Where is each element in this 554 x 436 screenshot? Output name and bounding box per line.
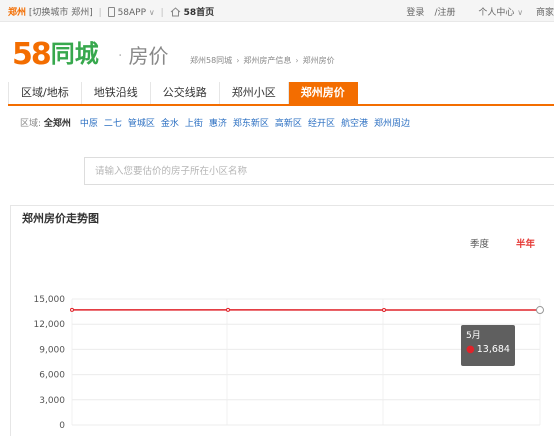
series-bullet: ● — [466, 344, 475, 355]
chevron-right-icon: › — [295, 56, 299, 65]
app-link[interactable]: 58APP — [118, 8, 146, 18]
header: 58同城 · 房价 郑州58同城 › 郑州房产信息 › 郑州房价 — [0, 22, 554, 80]
switch-city-link[interactable]: [切换城市 郑州] — [29, 8, 93, 18]
y-tick-label: 12,000 — [34, 320, 66, 330]
phone-icon — [107, 7, 115, 17]
main-nav: 区域/地标 地铁沿线 公交线路 郑州小区 郑州房价 — [8, 82, 554, 106]
district-filter: 区域: 全郑州 中原 二七 管城区 金水 上街 惠济 郑东新区 高新区 经开区 航空港 郑州周边 — [20, 116, 416, 129]
tooltip-value-row: ● 13,684 — [466, 343, 510, 357]
chevron-right-icon: › — [236, 56, 240, 65]
search-box — [84, 157, 554, 185]
divider: | — [98, 8, 102, 18]
logo-text: 同城 — [50, 40, 99, 68]
chevron-down-icon: ∨ — [517, 8, 524, 17]
district-item[interactable]: 郑东新区 — [233, 119, 269, 129]
district-item[interactable]: 二七 — [104, 119, 122, 129]
home-link[interactable]: 58首页 — [184, 8, 215, 18]
data-point — [226, 307, 230, 312]
merchant-link[interactable]: 商家 — [536, 8, 554, 18]
current-city[interactable]: 郑州 — [8, 8, 26, 18]
tab-area[interactable]: 区域/地标 — [8, 82, 82, 104]
y-tick-label: 0 — [59, 421, 65, 431]
y-tick-label: 3,000 — [39, 396, 65, 406]
y-tick-label: 6,000 — [39, 371, 65, 381]
district-item[interactable]: 郑州周边 — [374, 119, 410, 129]
tooltip-label: 5月 — [466, 331, 481, 341]
district-item[interactable]: 航空港 — [341, 119, 368, 129]
district-item[interactable]: 管城区 — [128, 119, 155, 129]
breadcrumb-item[interactable]: 郑州房价 — [303, 56, 335, 65]
site-logo[interactable]: 58同城 — [12, 34, 99, 72]
tooltip-value: 13,684 — [476, 344, 510, 355]
top-bar-right: 登录/注册 个人中心 ∨ 商家 — [396, 5, 554, 18]
breadcrumb: 郑州58同城 › 郑州房产信息 › 郑州房价 — [190, 55, 335, 66]
top-bar: 郑州 [切换城市 郑州] | 58APP ∨ | 58首页 登录/注册 个人中心… — [0, 0, 554, 22]
y-tick-label: 9,000 — [39, 345, 65, 355]
title-dot: · — [118, 48, 123, 64]
y-tick-label: 15,000 — [34, 295, 66, 305]
login-link[interactable]: 登录/注册 — [396, 8, 455, 18]
district-item[interactable]: 中原 — [80, 119, 98, 129]
home-icon — [170, 7, 180, 17]
chart-title: 郑州房价走势图 — [22, 212, 99, 225]
chart-tooltip: 5月 ● 13,684 — [461, 325, 515, 366]
data-point — [536, 306, 544, 315]
divider: | — [160, 8, 164, 18]
tab-community[interactable]: 郑州小区 — [220, 82, 289, 104]
district-item[interactable]: 经开区 — [308, 119, 335, 129]
breadcrumb-item[interactable]: 郑州58同城 — [190, 56, 232, 65]
tab-bus[interactable]: 公交线路 — [151, 82, 220, 104]
tab-subway[interactable]: 地铁沿线 — [82, 82, 151, 104]
community-search-input[interactable] — [85, 158, 554, 184]
user-center-link[interactable]: 个人中心 ∨ — [468, 8, 523, 18]
top-bar-left: 郑州 [切换城市 郑州] | 58APP ∨ | 58首页 — [8, 5, 214, 18]
district-label: 区域: — [20, 119, 42, 129]
range-half-year-button[interactable]: 半年 — [516, 236, 535, 250]
chevron-down-icon: ∨ — [148, 8, 155, 17]
logo-number: 58 — [12, 37, 52, 72]
district-item[interactable]: 上街 — [185, 119, 203, 129]
data-point — [70, 307, 74, 312]
data-point — [382, 308, 386, 313]
district-item[interactable]: 金水 — [161, 119, 179, 129]
tab-house-price[interactable]: 郑州房价 — [288, 82, 358, 104]
breadcrumb-item[interactable]: 郑州房产信息 — [243, 56, 291, 65]
district-item[interactable]: 惠济 — [209, 119, 227, 129]
page-title: · 房价 — [118, 44, 169, 68]
range-season-button[interactable]: 季度 — [470, 236, 489, 250]
district-item[interactable]: 高新区 — [275, 119, 302, 129]
district-current[interactable]: 全郑州 — [44, 119, 71, 129]
